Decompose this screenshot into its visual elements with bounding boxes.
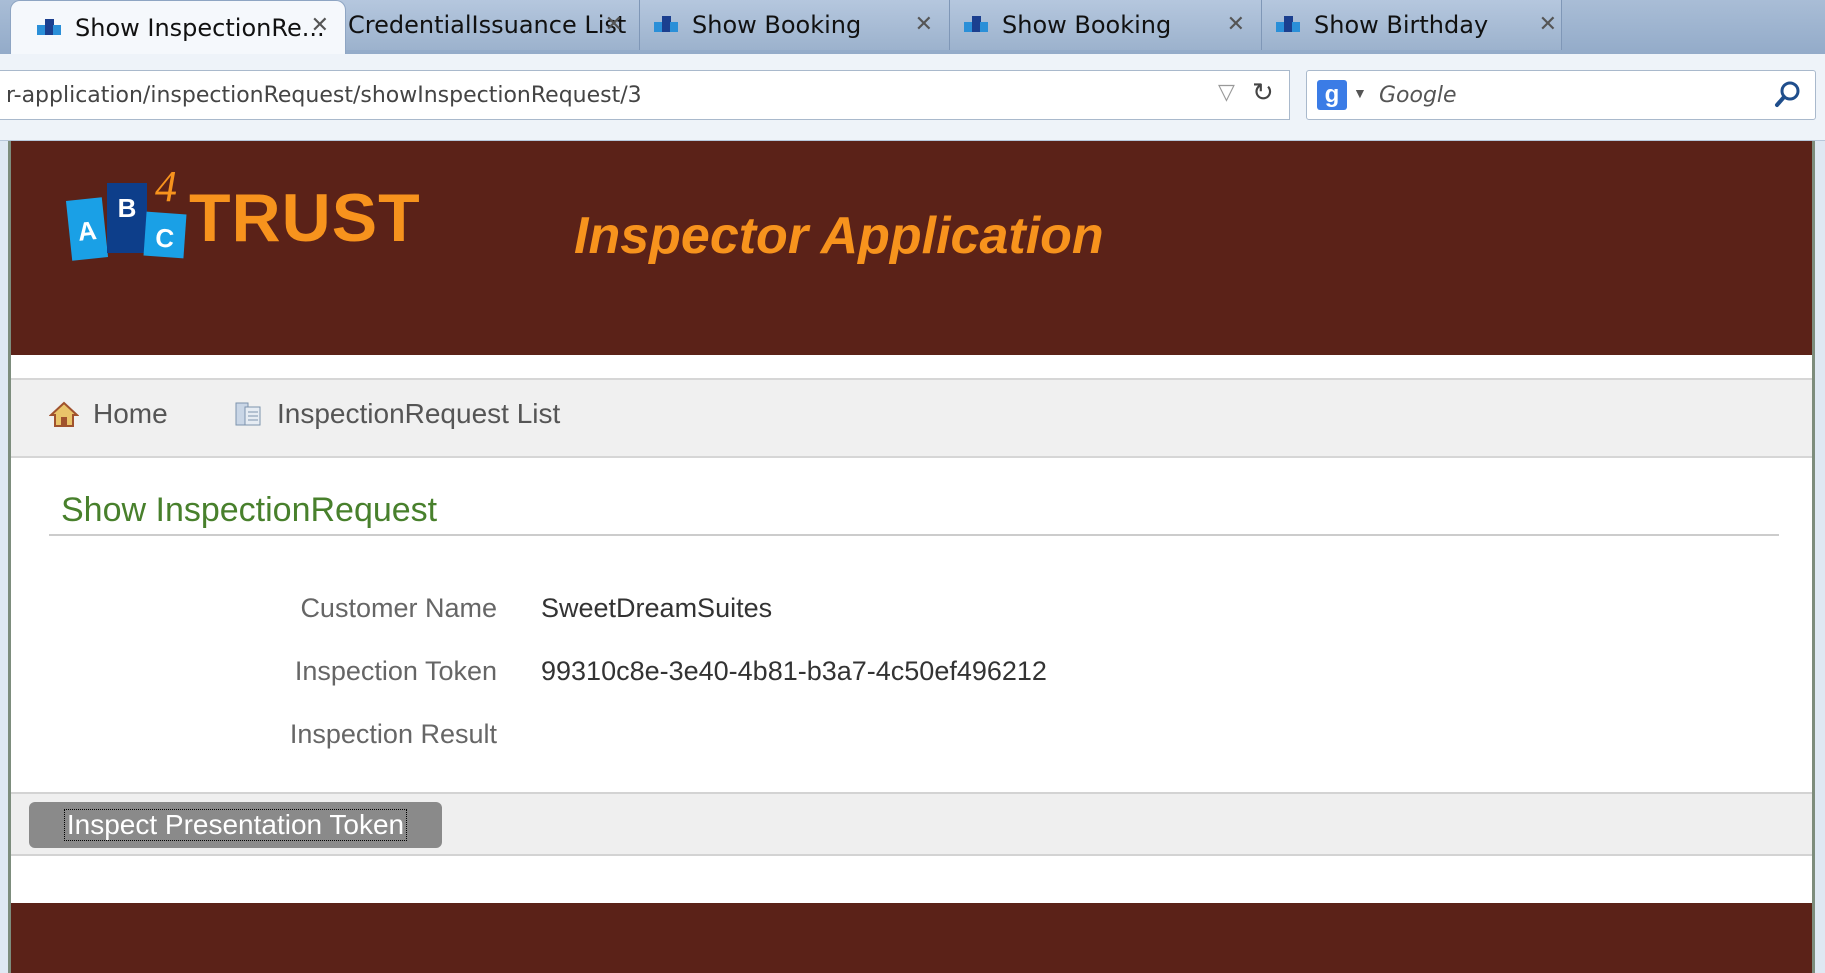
tab-label: Show Booking	[1002, 11, 1172, 39]
search-input[interactable]: Google	[1379, 83, 1457, 108]
property-label: Inspection Result	[289, 719, 497, 749]
list-icon	[235, 402, 261, 426]
tab-label: Show Booking	[692, 11, 862, 39]
inspect-presentation-token-button[interactable]: Inspect Presentation Token	[29, 802, 442, 848]
web-page: A B C 4 TRUST Inspector Application Home…	[8, 141, 1815, 973]
address-bar[interactable]: r-application/inspectionRequest/showInsp…	[0, 70, 1290, 120]
tab-label: CredentialIssuance List	[348, 11, 627, 39]
title-divider	[49, 534, 1779, 536]
chevron-down-icon[interactable]: ▼	[1353, 85, 1367, 101]
abc4trust-favicon-icon	[37, 17, 63, 39]
nav-bar: Home InspectionRequest List	[11, 378, 1812, 458]
button-bar: Inspect Presentation Token	[11, 792, 1812, 856]
tab-show-booking-1[interactable]: Show Booking ✕	[640, 0, 950, 50]
logo-word: TRUST	[189, 180, 421, 256]
close-icon[interactable]: ✕	[311, 13, 329, 38]
dropdown-arrow-icon[interactable]: ▽	[1218, 79, 1235, 105]
close-icon[interactable]: ✕	[1539, 12, 1557, 37]
page-title: Show InspectionRequest	[61, 491, 438, 529]
search-engine-icon[interactable]: g	[1317, 80, 1347, 110]
tab-show-booking-2[interactable]: Show Booking ✕	[950, 0, 1262, 50]
home-icon	[49, 401, 79, 427]
property-row: Inspection Result	[11, 719, 1812, 759]
list-label: InspectionRequest List	[277, 398, 561, 429]
property-row: Customer Name SweetDreamSuites	[11, 593, 1812, 633]
tab-credentialissuance-list[interactable]: CredentialIssuance List ✕	[330, 0, 640, 50]
close-icon[interactable]: ✕	[605, 12, 623, 37]
logo-letter-c: C	[143, 211, 187, 259]
nav-home-link[interactable]: Home	[49, 398, 168, 430]
browser-toolbar: r-application/inspectionRequest/showInsp…	[0, 54, 1825, 141]
home-label: Home	[93, 398, 168, 429]
site-footer	[11, 903, 1812, 973]
tab-label: Show Birthday	[1314, 11, 1489, 39]
reload-icon[interactable]: ↻	[1252, 77, 1274, 108]
property-value: SweetDreamSuites	[541, 593, 773, 623]
property-label: Customer Name	[300, 593, 497, 623]
site-header: A B C 4 TRUST Inspector Application	[11, 141, 1812, 355]
tab-show-birthday[interactable]: Show Birthday ✕	[1262, 0, 1562, 50]
property-row: Inspection Token 99310c8e-3e40-4b81-b3a7…	[11, 656, 1812, 696]
nav-list-link[interactable]: InspectionRequest List	[233, 398, 560, 430]
logo-letter-a: A	[65, 197, 109, 261]
browser-tab-strip: Show Booking ✕ Show Booking ✕ Show Birth…	[0, 0, 1825, 54]
close-icon[interactable]: ✕	[1227, 12, 1245, 37]
url-text: r-application/inspectionRequest/showInsp…	[6, 83, 642, 108]
tab-show-inspectionrequest[interactable]: Show InspectionRe... ✕	[10, 0, 346, 54]
property-value: 99310c8e-3e40-4b81-b3a7-4c50ef496212	[541, 656, 1047, 686]
logo-letter-b: B	[107, 183, 147, 253]
abc4trust-favicon-icon	[654, 14, 680, 36]
search-icon[interactable]	[1773, 79, 1803, 109]
tab-label: Show InspectionRe...	[75, 13, 325, 42]
logo-four: 4	[155, 162, 177, 211]
abc4trust-favicon-icon	[1276, 14, 1302, 36]
button-label: Inspect Presentation Token	[63, 809, 408, 841]
search-box[interactable]: g ▼ Google	[1306, 70, 1816, 120]
property-label: Inspection Token	[294, 656, 497, 686]
close-icon[interactable]: ✕	[915, 12, 933, 37]
app-title: Inspector Application	[574, 207, 1104, 265]
abc4trust-favicon-icon	[964, 14, 990, 36]
abc4trust-logo: A B C 4 TRUST	[65, 162, 449, 291]
